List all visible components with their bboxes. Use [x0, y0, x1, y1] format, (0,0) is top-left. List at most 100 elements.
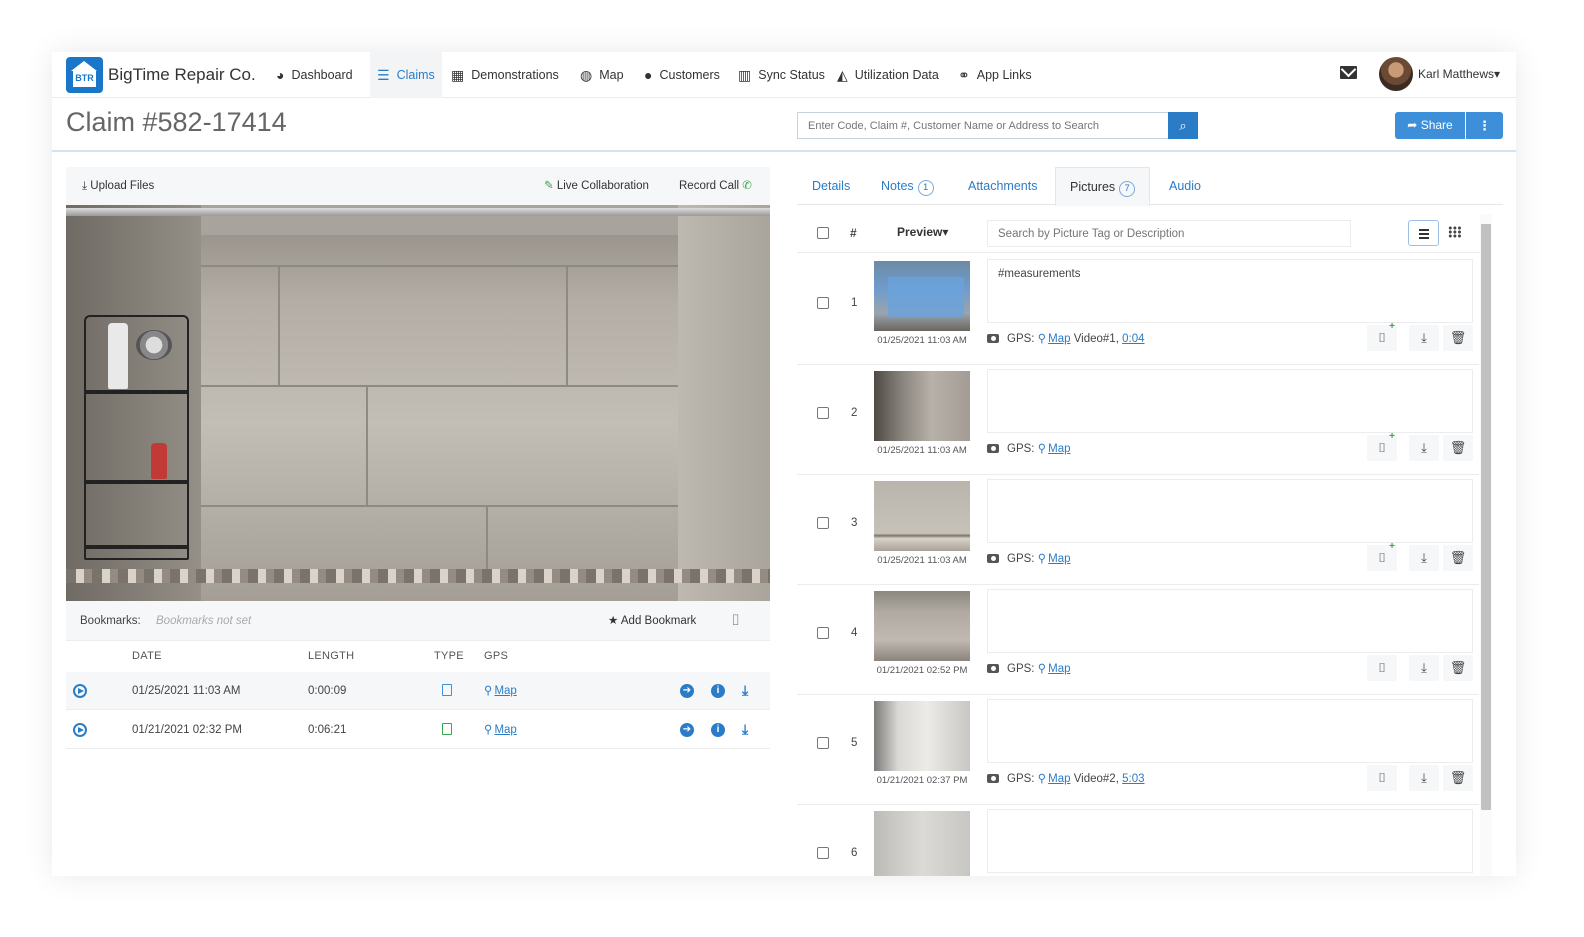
- picture-thumbnail[interactable]: [874, 481, 970, 551]
- video-length: 0:06:21: [308, 724, 347, 736]
- avatar[interactable]: [1379, 57, 1413, 91]
- claims-icon: ☰: [377, 67, 390, 83]
- camera-icon: [987, 554, 999, 563]
- list-view-button[interactable]: [1408, 220, 1439, 246]
- nav-demonstrations[interactable]: ▦ Demonstrations: [451, 52, 559, 98]
- picture-thumbnail[interactable]: [874, 591, 970, 661]
- go-arrow-icon[interactable]: ➔: [680, 723, 694, 737]
- picture-description[interactable]: [987, 589, 1473, 653]
- picture-checkbox[interactable]: [817, 627, 829, 639]
- tag-icon: ⌷: [1378, 770, 1386, 785]
- nav-map[interactable]: ◍ Map: [580, 52, 624, 98]
- record-call-button[interactable]: Record Call ✆: [679, 167, 752, 205]
- map-link[interactable]: Map: [1048, 663, 1070, 675]
- brand-name[interactable]: BigTime Repair Co.: [108, 65, 256, 85]
- mail-icon[interactable]: [1340, 66, 1357, 79]
- info-icon[interactable]: i: [711, 684, 725, 698]
- tag-button[interactable]: ⌷ +: [1367, 432, 1397, 461]
- map-link[interactable]: Map: [1048, 553, 1070, 565]
- map-link[interactable]: Map: [1048, 443, 1070, 455]
- download-icon[interactable]: ⤓: [742, 721, 748, 738]
- picture-description[interactable]: #measurements: [987, 259, 1473, 323]
- tag-button[interactable]: ⌷ +: [1367, 542, 1397, 571]
- tab-notes[interactable]: Notes 1: [881, 167, 934, 205]
- add-bookmark-button[interactable]: ★ Add Bookmark: [608, 601, 696, 641]
- global-search-input[interactable]: [797, 112, 1169, 139]
- tag-button[interactable]: ⌷: [1367, 655, 1397, 681]
- tab-audio[interactable]: Audio: [1169, 167, 1201, 205]
- picture-meta: GPS: ⚲ Map Video#2, 5:03: [987, 771, 1145, 785]
- live-collaboration-label: Live Collaboration: [556, 180, 649, 192]
- picture-number: 5: [851, 737, 858, 749]
- picture-checkbox[interactable]: [817, 297, 829, 309]
- pictures-scrollbar-thumb[interactable]: [1481, 224, 1491, 810]
- picture-thumbnail[interactable]: [874, 371, 970, 441]
- tab-details[interactable]: Details: [812, 167, 850, 205]
- tag-icon[interactable]: ⌷: [731, 612, 740, 629]
- picture-thumbnail[interactable]: [874, 811, 970, 876]
- tag-icon: ⌷: [1378, 330, 1386, 345]
- delete-button[interactable]: 🗑: [1443, 325, 1473, 351]
- download-button[interactable]: ⤓: [1409, 325, 1439, 351]
- nav-app-links[interactable]: ⚭ App Links: [958, 52, 1032, 98]
- picture-search-input[interactable]: [987, 220, 1351, 247]
- video-gps-link[interactable]: ⚲ Map: [484, 672, 517, 710]
- more-options-button[interactable]: ⋮: [1466, 112, 1503, 139]
- share-button[interactable]: ➦ Share: [1395, 112, 1465, 139]
- grid-view-icon[interactable]: [1448, 226, 1462, 238]
- nav-dashboard[interactable]: ◕ Dashboard: [276, 52, 353, 98]
- download-button[interactable]: ⤓: [1409, 545, 1439, 571]
- delete-button[interactable]: 🗑: [1443, 435, 1473, 461]
- play-icon[interactable]: [73, 723, 87, 737]
- video-time-link[interactable]: 5:03: [1122, 773, 1144, 785]
- play-icon[interactable]: [73, 684, 87, 698]
- live-collaboration-button[interactable]: ✎ Live Collaboration: [544, 167, 649, 205]
- picture-checkbox[interactable]: [817, 847, 829, 859]
- delete-button[interactable]: 🗑: [1443, 545, 1473, 571]
- map-link[interactable]: Map: [494, 685, 516, 697]
- picture-thumbnail[interactable]: [874, 701, 970, 771]
- picture-checkbox[interactable]: [817, 737, 829, 749]
- map-marker-icon: ⚲: [1037, 443, 1047, 455]
- video-row[interactable]: 01/25/2021 11:03 AM 0:00:09 ⚲ Map ➔ i ⤓: [66, 672, 770, 710]
- column-header-gps: GPS: [484, 650, 509, 662]
- picture-description[interactable]: [987, 699, 1473, 763]
- delete-button[interactable]: 🗑: [1443, 655, 1473, 681]
- map-link[interactable]: Map: [1048, 773, 1070, 785]
- map-link[interactable]: Map: [494, 724, 516, 736]
- column-header-number: #: [850, 226, 857, 240]
- video-gps-link[interactable]: ⚲ Map: [484, 711, 517, 749]
- nav-claims[interactable]: ☰ Claims: [370, 52, 442, 98]
- video-row[interactable]: 01/21/2021 02:32 PM 0:06:21 ⚲ Map ➔ i ⤓: [66, 711, 770, 749]
- download-button[interactable]: ⤓: [1409, 765, 1439, 791]
- picture-description[interactable]: [987, 809, 1473, 873]
- tag-button[interactable]: ⌷ +: [1367, 322, 1397, 351]
- select-all-checkbox[interactable]: [817, 227, 829, 239]
- preview-dropdown[interactable]: Preview▾: [897, 225, 948, 239]
- picture-description[interactable]: [987, 369, 1473, 433]
- user-menu[interactable]: Karl Matthews▾: [1418, 67, 1500, 81]
- delete-button[interactable]: 🗑: [1443, 765, 1473, 791]
- tag-button[interactable]: ⌷: [1367, 765, 1397, 791]
- video-time-link[interactable]: 0:04: [1122, 333, 1144, 345]
- search-button[interactable]: ⌕: [1168, 112, 1198, 139]
- brand-logo[interactable]: BTR: [66, 57, 103, 93]
- download-icon[interactable]: ⤓: [742, 682, 748, 699]
- map-link[interactable]: Map: [1048, 333, 1070, 345]
- picture-thumbnail[interactable]: [874, 261, 970, 331]
- info-icon[interactable]: i: [711, 723, 725, 737]
- upload-files-button[interactable]: ⤓ Upload Files: [82, 167, 154, 205]
- picture-checkbox[interactable]: [817, 407, 829, 419]
- tab-attachments[interactable]: Attachments: [968, 167, 1037, 205]
- download-button[interactable]: ⤓: [1409, 435, 1439, 461]
- tab-pictures[interactable]: Pictures 7: [1055, 167, 1151, 206]
- video-player[interactable]: [66, 205, 770, 601]
- picture-description[interactable]: [987, 479, 1473, 543]
- download-icon: ⤓: [1421, 770, 1427, 785]
- go-arrow-icon[interactable]: ➔: [680, 684, 694, 698]
- picture-checkbox[interactable]: [817, 517, 829, 529]
- nav-customers[interactable]: ● Customers: [644, 52, 720, 98]
- nav-utilization-data[interactable]: ◭ Utilization Data: [837, 52, 939, 98]
- download-button[interactable]: ⤓: [1409, 655, 1439, 681]
- nav-sync-status[interactable]: ▥ Sync Status: [738, 52, 825, 98]
